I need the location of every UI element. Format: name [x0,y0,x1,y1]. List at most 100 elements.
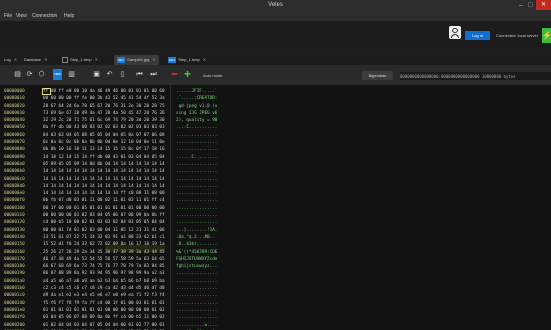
hex-row[interactable]: 15 52 d1 f0 24 33 62 72 82 09 0a 16 17 1… [43,241,165,248]
close-icon[interactable]: ✕ [14,57,17,62]
offset-cell[interactable]: 00000010 [4,95,25,102]
reload-icon[interactable]: ⟳ [25,69,34,80]
ascii-row[interactable]: .`.....;CREATOR: [176,95,217,102]
minimize-button[interactable]: – [519,1,523,10]
ascii-row[interactable]: ................ [176,190,217,197]
ascii-row[interactable]: ................ [176,314,217,321]
ascii-row[interactable]: ................ [176,197,217,204]
menu-file[interactable]: File [4,13,12,19]
tab-database[interactable]: Database ✕ [24,55,47,65]
hex-row[interactable]: a4 a5 a6 a7 a8 a9 aa b2 b3 b4 b5 b6 b7 b… [43,278,165,285]
offset-cell[interactable]: 000000d0 [4,183,25,190]
hex-row[interactable]: 14 14 14 14 14 14 14 14 14 14 14 14 14 1… [43,176,165,183]
ascii-row[interactable]: ................ [176,270,217,277]
offset-cell[interactable]: 00000120 [4,219,25,226]
offset-cell[interactable]: 000001b0 [4,285,25,292]
hex-row[interactable]: 0b fb 07 d0 03 01 11 00 02 11 01 03 11 0… [43,197,165,204]
hex-row[interactable]: 01 01 01 01 01 01 01 01 00 00 00 00 00 0… [43,307,165,314]
hex-view-icon[interactable]: HEX [53,69,62,80]
document-icon[interactable]: ▯ [118,69,127,80]
hex-row[interactable]: 00 1f 00 00 01 05 01 01 01 01 01 01 00 0… [43,205,165,212]
maximize-button[interactable]: □ [528,1,532,10]
offset-cell[interactable]: 000001d0 [4,300,25,307]
hex-row[interactable]: c4 00 b5 10 00 02 01 03 03 02 04 03 05 0… [43,219,165,226]
hex-row[interactable]: 13 51 61 07 22 71 14 32 81 91 a1 08 23 4… [43,234,165,241]
ascii-row[interactable]: ................ [176,146,217,153]
ascii-row[interactable]: ................ [176,161,217,168]
hex-row[interactable]: 14 18 12 14 15 14 ff db 00 43 01 03 04 0… [43,154,165,161]
ascii-row[interactable]: ......JFIF.....` [176,88,217,95]
hex-row[interactable]: 0b 0b 10 16 10 11 13 14 15 15 15 0c 0f 1… [43,146,165,153]
hex-row[interactable]: 14 14 14 14 14 14 14 14 14 14 14 14 14 1… [43,168,165,175]
close-icon[interactable]: ✕ [44,57,47,62]
hex-row[interactable]: 0a ff db 00 43 00 03 02 02 03 02 02 03 0… [43,124,165,131]
ascii-row[interactable]: ................ [176,168,217,175]
menu-help[interactable]: Help [64,13,74,19]
ascii-row[interactable]: ................ [176,212,217,219]
offset-cell[interactable]: 000001c0 [4,292,25,299]
hex-row[interactable]: c2 c3 c4 c5 c6 c7 c8 c9 ca d2 d3 d4 d5 d… [43,285,165,292]
close-icon[interactable]: ✕ [95,57,98,62]
ascii-row[interactable]: ................ [176,139,217,146]
offset-cell[interactable]: 00000040 [4,117,25,124]
offset-cell[interactable]: 00000090 [4,154,25,161]
offset-cell[interactable]: 000001f0 [4,314,25,321]
hex-row[interactable]: 00 00 01 7d 01 02 03 00 04 11 05 12 21 3… [43,227,165,234]
hex-row[interactable]: 46 47 48 49 4a 53 54 55 56 57 58 59 5a 6… [43,256,165,263]
tab-sample1-jpg[interactable]: HEX Sample1.jpg ✕ [114,55,159,65]
auto-mode-label[interactable]: Auto mode [203,73,222,78]
offset-cell[interactable]: 000001a0 [4,278,25,285]
ascii-row[interactable]: ................ [176,307,217,314]
close-icon[interactable]: ✕ [203,57,206,62]
offset-cell[interactable]: 00000160 [4,249,25,256]
offset-cell[interactable]: 000000f0 [4,197,25,204]
ascii-row[interactable]: ................ [176,278,217,285]
ascii-row[interactable]: ................ [176,176,217,183]
ascii-row[interactable]: ................ [176,205,217,212]
tab-step1-bmp-file[interactable]: Step_1.bmp ✕ [62,55,98,65]
ascii-row[interactable]: %&'()*456789:CDE [176,249,217,256]
offset-cell[interactable]: 00000080 [4,146,25,153]
close-icon[interactable]: ✕ [152,57,155,62]
menu-connection[interactable]: Connection [32,13,57,19]
save-icon[interactable]: ▤ [13,69,22,80]
offset-cell[interactable]: 00000100 [4,205,25,212]
offset-cell[interactable]: 00000070 [4,139,25,146]
hex-row[interactable]: 05 09 05 05 09 14 0d 0b 0d 14 14 14 14 1… [43,161,165,168]
offset-cell[interactable]: 00000190 [4,270,25,277]
close-button[interactable]: ✕ [536,0,551,10]
node-tree-icon[interactable]: ▥ [67,69,76,80]
ascii-row[interactable]: ................ [176,300,217,307]
ascii-row[interactable]: gd-jpeg v1.0 (u [176,103,218,110]
login-button[interactable]: Log in [465,31,490,40]
cube-icon[interactable]: ⬡ [37,69,46,80]
offset-cell[interactable]: 000000c0 [4,176,25,183]
tab-log[interactable]: Log ✕ [4,55,17,65]
nav-first-icon[interactable]: ⏮ [135,69,144,80]
hex-row[interactable]: 01 02 04 04 03 04 07 05 04 04 00 01 02 7… [43,322,165,329]
menu-view[interactable]: View [16,13,27,19]
ascii-row[interactable]: ....C........... [176,124,217,131]
window-icon[interactable]: ▣ [92,69,101,80]
offset-cell[interactable]: 00000200 [4,322,25,329]
hex-row[interactable]: 03 04 05 06 07 08 09 0a 0b ff c4 00 b5 1… [43,314,165,321]
add-icon[interactable]: + [183,68,192,80]
hex-row[interactable]: ff d8 ff e0 00 10 4a 46 49 46 00 01 01 0… [43,88,165,95]
remove-icon[interactable]: ━ [170,69,179,80]
hex-row[interactable]: 20 67 64 2d 6a 70 65 67 20 76 31 2e 30 2… [43,103,165,110]
ascii-row[interactable]: ................ [176,219,217,226]
offset-cell[interactable]: 00000140 [4,234,25,241]
hex-row[interactable]: 00 60 00 00 ff fe 00 3b 43 52 45 41 54 4… [43,95,165,102]
ascii-row[interactable]: sing IJG JPEG v6 [176,110,217,117]
hex-row[interactable]: 00 00 00 00 01 02 03 04 05 06 07 08 09 0… [43,212,165,219]
tab-step1-bmp-hex[interactable]: HEX Step_1.bmp ✕ [168,55,206,65]
hex-row[interactable]: 14 14 14 14 14 14 14 14 14 14 ff c0 00 1… [43,190,165,197]
ascii-row[interactable]: ......C......... [176,154,217,161]
hex-editor[interactable]: 00000000 00000010 00000020 00000030 00000040… [0,85,551,330]
ascii-row[interactable]: ................ [176,132,217,139]
hex-row[interactable]: 66 67 68 69 6a 73 74 75 76 77 78 79 7a 8… [43,263,165,270]
ascii-row[interactable]: fghijstuvwxyz... [176,263,217,270]
hex-row[interactable]: 73 69 6e 67 20 49 4a 47 20 4a 50 45 47 2… [43,110,165,117]
offset-cell[interactable]: 00000130 [4,227,25,234]
ascii-row[interactable]: .Qa."q.2...#B.. [176,234,217,241]
